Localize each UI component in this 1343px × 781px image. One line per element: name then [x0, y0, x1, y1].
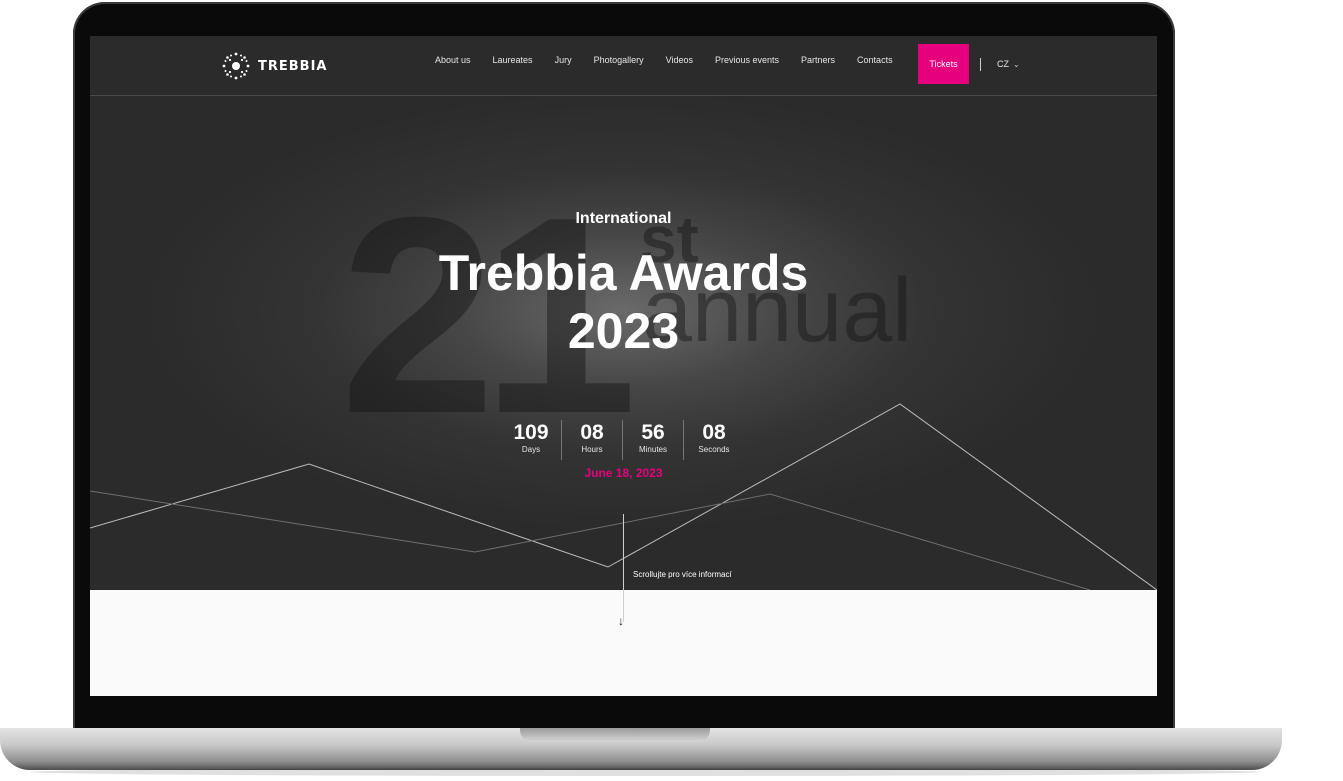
nav-jury[interactable]: Jury — [555, 55, 572, 65]
countdown-timer: 109 Days 08 Hours 56 Minutes 08 Seconds — [501, 420, 744, 460]
nav-about-us[interactable]: About us — [435, 55, 471, 65]
nav-divider — [980, 58, 981, 71]
arrow-down-icon[interactable]: ↓ — [618, 614, 624, 628]
hero-title-line2: 2023 — [567, 303, 680, 359]
countdown-label: Minutes — [638, 445, 667, 454]
starburst-logo-icon — [222, 52, 250, 80]
countdown-seconds: 08 Seconds — [684, 420, 744, 460]
hero-kicker: International — [575, 210, 672, 227]
chevron-down-icon: ⌄ — [1013, 59, 1020, 69]
hero-title: Trebbia Awards 2023 — [90, 244, 1157, 360]
laptop-notch — [520, 728, 710, 742]
nav-previous-events[interactable]: Previous events — [715, 55, 779, 65]
website-screen: 21 st annual TREBBIA About us Laureates … — [90, 36, 1157, 696]
nav-contacts[interactable]: Contacts — [857, 55, 893, 65]
countdown-hours: 08 Hours — [562, 420, 623, 460]
main-menu: About us Laureates Jury Photogallery Vid… — [435, 36, 915, 84]
tickets-button[interactable]: Tickets — [918, 44, 969, 84]
countdown-label: Seconds — [698, 445, 730, 454]
hero-title-line1: Trebbia Awards — [438, 245, 809, 301]
countdown-value: 109 — [513, 421, 549, 444]
nav-partners[interactable]: Partners — [801, 55, 835, 65]
countdown-days: 109 Days — [501, 420, 562, 460]
brand-name: TREBBIA — [258, 58, 328, 74]
brand-logo[interactable]: TREBBIA — [220, 50, 327, 82]
top-navbar: TREBBIA About us Laureates Jury Photogal… — [90, 36, 1157, 96]
language-code: CZ — [997, 59, 1009, 69]
countdown-value: 08 — [702, 421, 726, 444]
event-date: June 18, 2023 — [584, 466, 663, 480]
hero-section: 21 st annual TREBBIA About us Laureates … — [90, 36, 1157, 590]
countdown-value: 08 — [580, 421, 604, 444]
scroll-indicator-line — [623, 514, 624, 622]
countdown-label: Days — [521, 445, 541, 454]
countdown-minutes: 56 Minutes — [623, 420, 684, 460]
countdown-label: Hours — [581, 445, 603, 454]
laptop-shadow — [30, 768, 1260, 776]
countdown-value: 56 — [641, 421, 665, 444]
nav-videos[interactable]: Videos — [666, 55, 693, 65]
nav-photogallery[interactable]: Photogallery — [594, 55, 644, 65]
nav-laureates[interactable]: Laureates — [493, 55, 533, 65]
language-selector[interactable]: CZ ⌄ — [997, 59, 1020, 69]
scroll-hint: Scrollujte pro více informací — [633, 570, 732, 579]
